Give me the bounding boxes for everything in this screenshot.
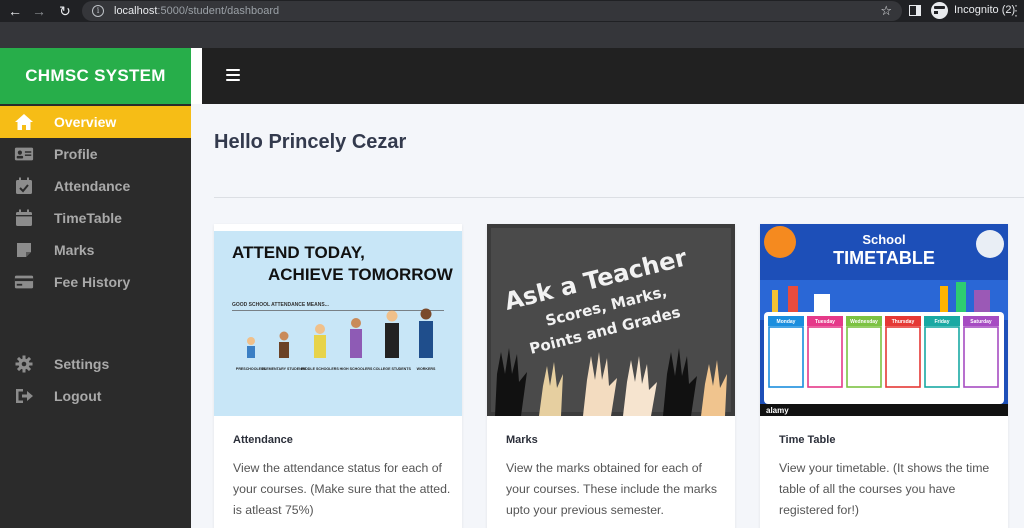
browser-menu-icon[interactable]: · · · xyxy=(1014,0,1018,21)
gear-icon xyxy=(14,355,34,373)
sidebar-item-label: Logout xyxy=(54,388,102,404)
sidebar-item-marks[interactable]: Marks xyxy=(0,234,191,266)
attendance-card-image: ATTEND TODAY, ACHIEVE TOMORROW GOOD SCHO… xyxy=(214,224,462,416)
stage-label: MIDDLE SCHOOLERS xyxy=(301,367,339,371)
marks-card[interactable]: Ask a Teacher Scores, Marks, Points and … xyxy=(487,224,735,528)
brand-title[interactable]: CHMSC SYSTEM xyxy=(0,48,191,104)
main-content: Hello Princely Cezar ATTEND TODAY, ACHIE… xyxy=(191,104,1024,528)
page-title: Hello Princely Cezar xyxy=(214,131,407,153)
calendar-check-icon xyxy=(14,177,34,195)
browser-toolbar: ← → ↻ i localhost:5000/student/dashboard… xyxy=(0,0,1024,22)
divider xyxy=(214,197,1024,198)
browser-bookmark-strip xyxy=(0,22,1024,48)
stage-label: WORKERS xyxy=(417,367,436,371)
home-icon xyxy=(14,113,34,131)
header-gap xyxy=(191,48,202,104)
sidebar-item-overview[interactable]: Overview xyxy=(0,106,191,138)
sidebar-item-label: Attendance xyxy=(54,178,131,194)
calendar-icon xyxy=(14,209,34,227)
address-bar[interactable]: i localhost:5000/student/dashboard ☆ xyxy=(82,1,902,21)
sidebar-item-logout[interactable]: Logout xyxy=(0,380,191,412)
site-info-icon[interactable]: i xyxy=(92,5,104,17)
attendance-headline-2: ACHIEVE TOMORROW xyxy=(268,265,454,284)
sidebar-item-profile[interactable]: Profile xyxy=(0,138,191,170)
sidebar-item-label: Fee History xyxy=(54,274,131,290)
day-label: Thursday xyxy=(892,319,915,325)
card-title: Time Table xyxy=(779,434,836,446)
sidebar-item-attendance[interactable]: Attendance xyxy=(0,170,191,202)
sidebar-item-label: Profile xyxy=(54,146,98,162)
incognito-icon[interactable] xyxy=(931,2,953,19)
top-bar xyxy=(202,48,1024,104)
stage-label: HIGH SCHOOLERS xyxy=(340,367,373,371)
timetable-card[interactable]: School TIMETABLE Monday Tuesday Wednesda… xyxy=(760,224,1008,528)
card-title: Attendance xyxy=(233,434,293,446)
card-description: View your timetable. (It shows the time … xyxy=(779,461,990,517)
attendance-subtitle: GOOD SCHOOL ATTENDANCE MEANS... xyxy=(232,302,329,308)
card-description: View the marks obtained for each of your… xyxy=(506,461,717,517)
day-label: Tuesday xyxy=(815,319,835,325)
bookmark-star-icon[interactable]: ☆ xyxy=(880,3,892,19)
hamburger-menu-icon[interactable] xyxy=(226,69,240,81)
sidebar-item-label: Settings xyxy=(54,356,110,372)
incognito-label[interactable]: Incognito (2) xyxy=(954,4,1015,16)
sidebar: CHMSC SYSTEM Overview Profile Attendance… xyxy=(0,48,191,528)
attendance-headline-1: ATTEND TODAY, xyxy=(232,243,365,262)
sidebar-item-fee-history[interactable]: Fee History xyxy=(0,266,191,298)
note-icon xyxy=(14,241,34,259)
sidebar-item-label: Overview xyxy=(54,114,117,130)
stage-label: COLLEGE STUDENTS xyxy=(373,367,411,371)
reload-icon[interactable]: ↻ xyxy=(56,2,74,20)
sign-out-icon xyxy=(14,387,34,405)
back-arrow-icon[interactable]: ← xyxy=(6,2,24,20)
timetable-heading-1: School xyxy=(862,232,905,247)
credit-card-icon xyxy=(14,273,34,291)
sidebar-item-timetable[interactable]: TimeTable xyxy=(0,202,191,234)
image-watermark: alamy xyxy=(766,406,789,415)
forward-arrow-icon[interactable]: → xyxy=(30,2,48,20)
sidebar-item-label: Marks xyxy=(54,242,95,258)
stage-label: ELEMENTARY STUDENTS xyxy=(262,367,307,371)
timetable-card-image: School TIMETABLE Monday Tuesday Wednesda… xyxy=(760,224,1008,416)
day-label: Saturday xyxy=(970,319,992,325)
card-description: View the attendance status for each of y… xyxy=(233,461,451,517)
day-label: Wednesday xyxy=(850,319,878,325)
side-panel-icon[interactable] xyxy=(909,5,921,16)
attendance-card[interactable]: ATTEND TODAY, ACHIEVE TOMORROW GOOD SCHO… xyxy=(214,224,462,528)
marks-card-image: Ask a Teacher Scores, Marks, Points and … xyxy=(487,224,735,416)
url-path: :5000/student/dashboard xyxy=(157,5,280,17)
day-label: Monday xyxy=(777,319,796,325)
sidebar-item-label: TimeTable xyxy=(54,210,122,226)
url-host: localhost xyxy=(114,5,158,17)
timetable-heading-2: TIMETABLE xyxy=(833,248,935,268)
card-title: Marks xyxy=(506,434,538,446)
sidebar-item-settings[interactable]: Settings xyxy=(0,348,191,380)
day-label: Friday xyxy=(934,319,949,325)
id-card-icon xyxy=(14,145,34,163)
